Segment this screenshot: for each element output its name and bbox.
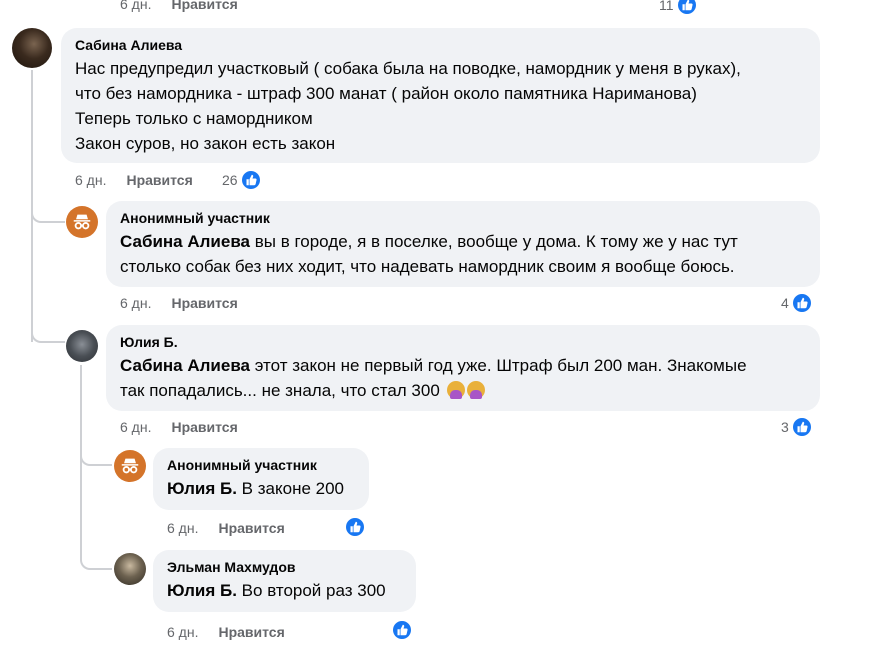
comment-time[interactable]: 6 дн. <box>120 419 151 435</box>
comment-text: Сабина Алиева вы в городе, я в поселке, … <box>120 232 738 276</box>
reaction-count[interactable] <box>344 516 366 538</box>
avatar[interactable] <box>114 450 146 482</box>
thumbs-up-icon <box>675 0 698 16</box>
like-button[interactable]: Нравится <box>171 419 237 435</box>
comment-author[interactable]: Эльман Махмудов <box>167 559 402 575</box>
comment-time[interactable]: 6 дн. <box>167 624 198 640</box>
comment-meta: 6 дн. Нравится <box>75 172 193 188</box>
reaction-count[interactable]: 4 <box>781 292 813 314</box>
thread-elbow-r2 <box>31 315 65 343</box>
reply-bubble: Анонимный участник Сабина Алиева вы в го… <box>106 201 820 287</box>
comment-meta: 6 дн. Нравится <box>120 295 238 311</box>
avatar[interactable] <box>66 206 98 238</box>
comment-author[interactable]: Анонимный участник <box>167 457 355 473</box>
comment-meta: 6 дн. Нравится <box>120 419 238 435</box>
avatar[interactable] <box>66 330 98 362</box>
reaction-count[interactable]: 26 <box>222 169 262 191</box>
comment-bubble: Сабина Алиева Нас предупредил участковый… <box>61 28 820 163</box>
mention-link[interactable]: Юлия Б. <box>167 581 237 600</box>
like-button[interactable]: Нравится <box>218 520 284 536</box>
mention-link[interactable]: Сабина Алиева <box>120 232 250 251</box>
reply-bubble: Анонимный участник Юлия Б. В законе 200 <box>153 448 369 510</box>
thread-elbow-r4 <box>80 465 112 570</box>
comment-text: Юлия Б. В законе 200 <box>167 479 344 498</box>
reaction-count[interactable]: 11 <box>659 0 698 16</box>
thumbs-up-icon <box>790 292 813 314</box>
comment-time[interactable]: 6 дн. <box>120 0 151 12</box>
thread-elbow-r1 <box>31 195 65 223</box>
avatar[interactable] <box>114 553 146 585</box>
thumbs-up-icon <box>391 619 413 641</box>
comment-time[interactable]: 6 дн. <box>75 172 106 188</box>
like-button[interactable]: Нравится <box>171 295 237 311</box>
like-button[interactable]: Нравится <box>171 0 237 12</box>
thumbs-up-icon <box>239 169 262 191</box>
anonymous-icon <box>121 458 139 474</box>
comment-author[interactable]: Сабина Алиева <box>75 37 806 53</box>
like-button[interactable]: Нравится <box>218 624 284 640</box>
mention-link[interactable]: Сабина Алиева <box>120 356 250 375</box>
comment-time[interactable]: 6 дн. <box>167 520 198 536</box>
comment-time[interactable]: 6 дн. <box>120 295 151 311</box>
thumbs-up-icon <box>344 516 366 538</box>
comment-text: Юлия Б. Во второй раз 300 <box>167 581 386 600</box>
thread-elbow-r3 <box>80 438 112 466</box>
comment-text: Нас предупредил участковый ( собака была… <box>75 59 741 153</box>
facepalm-emoji-icon <box>466 381 485 399</box>
anonymous-icon <box>73 214 91 230</box>
comment-author[interactable]: Юлия Б. <box>120 334 806 350</box>
comment-author[interactable]: Анонимный участник <box>120 210 806 226</box>
avatar[interactable] <box>12 28 52 68</box>
comment-text: Сабина Алиева этот закон не первый год у… <box>120 356 747 400</box>
facepalm-emoji-icon <box>446 381 465 399</box>
comment-meta: 6 дн. Нравится <box>167 520 285 536</box>
thumbs-up-icon <box>790 416 813 438</box>
reply-bubble: Юлия Б. Сабина Алиева этот закон не перв… <box>106 325 820 411</box>
reply-bubble: Эльман Махмудов Юлия Б. Во второй раз 30… <box>153 550 416 612</box>
reaction-count[interactable] <box>391 619 413 641</box>
like-button[interactable]: Нравится <box>126 172 192 188</box>
mention-link[interactable]: Юлия Б. <box>167 479 237 498</box>
prev-comment-meta: 6 дн. Нравится <box>120 0 238 12</box>
reaction-count[interactable]: 3 <box>781 416 813 438</box>
comment-meta: 6 дн. Нравится <box>167 624 285 640</box>
